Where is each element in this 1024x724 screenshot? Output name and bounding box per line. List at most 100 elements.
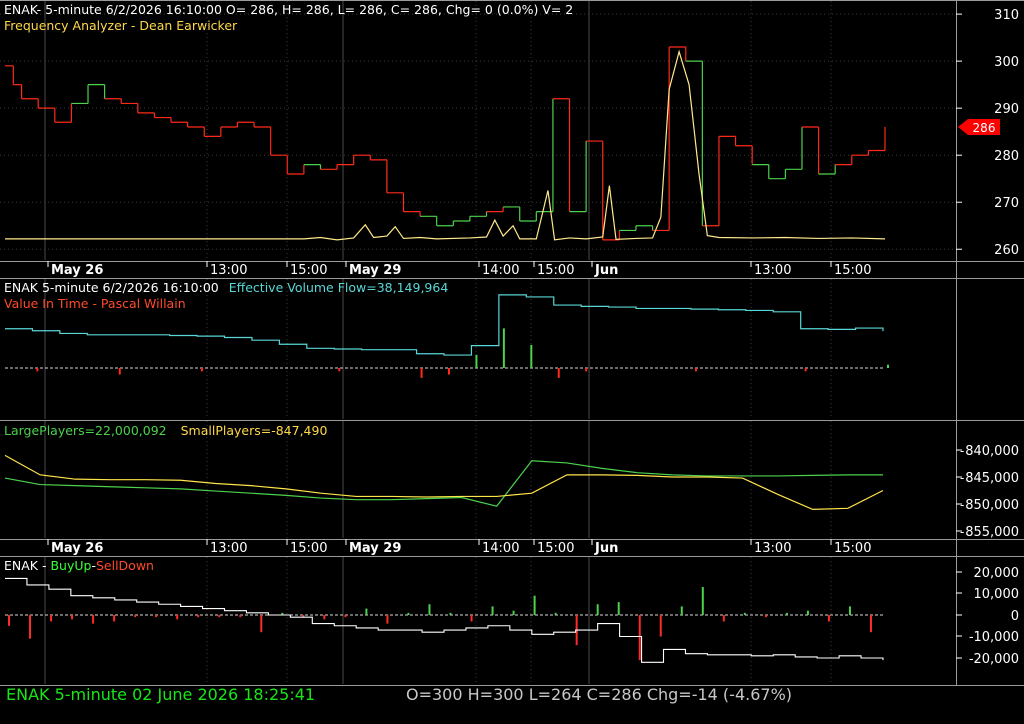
selldown-bar [71, 615, 74, 620]
selldown-bar [638, 615, 641, 661]
price-y-tick-label: 310 [994, 8, 1019, 23]
frequency-analyzer-title: Frequency Analyzer - Dean Earwicker [4, 18, 238, 33]
effective-volume-flow-value: Effective Volume Flow=38,149,964 [228, 280, 449, 295]
flow-histogram-bar [694, 368, 697, 372]
selldown-bar [92, 615, 95, 624]
time-axis-label: 15:00 [537, 263, 574, 278]
selldown-bar [260, 615, 263, 633]
buyup-bar [428, 604, 431, 615]
selldown-bar [659, 615, 662, 637]
last-price-label: 286 [973, 121, 996, 135]
price-panel-header: ENAK- 5-minute 6/2/2026 16:10:00 O= 286,… [4, 2, 574, 17]
price-y-tick-label: 300 [994, 55, 1019, 70]
buyup-panel-header: ENAK - BuyUp-SellDown [4, 558, 154, 573]
selldown-bar [8, 615, 10, 626]
selldown-label: SellDown [95, 558, 154, 573]
buyup-bar [701, 587, 704, 615]
status-ohlc: O=300 H=300 L=264 C=286 Chg=-14 (-4.67%) [406, 685, 793, 704]
price-y-tick-label: 280 [994, 149, 1019, 164]
time-axis-label: 13:00 [210, 263, 247, 278]
buyup-bar [365, 608, 368, 615]
buyup-bar [512, 610, 515, 615]
selldown-bar [722, 615, 725, 622]
players-tick-dash: - [960, 498, 964, 512]
flow-histogram-bar [420, 368, 423, 378]
buyup-bar [491, 606, 494, 615]
flow-histogram-bar [557, 368, 560, 378]
buyup-y-tick-label: -20,000 [969, 652, 1019, 667]
time-axis-label: 13:00 [210, 541, 247, 556]
selldown-bar [764, 615, 767, 618]
buyup-bar [785, 612, 788, 615]
buyup-y-tick-label: 0 [1011, 609, 1019, 624]
buyup-label: BuyUp [50, 558, 92, 573]
time-axis-label: May 29 [349, 263, 401, 278]
chart-canvas[interactable]: May 26 13:00 15:00 May 29 14:00 15:00 Jun 13:00… [0, 0, 1024, 720]
buyup-bar [848, 606, 851, 615]
players-tick-dash: - [960, 444, 964, 458]
time-axis-label: 13:00 [754, 541, 791, 556]
buyup-bar [617, 602, 620, 615]
time-axis-label: 15:00 [537, 541, 574, 556]
players-y-tick-label: 855,000 [965, 525, 1019, 540]
buyup-bar [680, 606, 683, 615]
flow-histogram-bar [36, 368, 39, 372]
small-players-value: SmallPlayers=-847,490 [180, 423, 328, 438]
price-y-tick-label: 270 [994, 196, 1019, 211]
selldown-bar [134, 615, 137, 618]
selldown-bar [323, 615, 326, 620]
time-axis-label: 14:00 [482, 263, 519, 278]
price-y-tick-label: 260 [994, 243, 1019, 258]
large-players-value: LargePlayers=22,000,092 [4, 423, 167, 438]
selldown-bar [29, 615, 32, 639]
selldown-bar [239, 615, 242, 618]
flow-histogram-bar [338, 368, 341, 372]
buyup-bar [554, 612, 557, 615]
buyup-bar [407, 612, 410, 615]
flow-histogram-bar [201, 368, 204, 372]
flow-histogram-bar [887, 364, 889, 368]
status-bar: ENAK 5-minute 02 June 2026 18:25:41 O=30… [6, 685, 792, 704]
time-axis-label: May 26 [51, 263, 103, 278]
price-y-tick-label: 290 [994, 102, 1019, 117]
buyup-bar [533, 595, 536, 615]
time-axis-label: 15:00 [290, 541, 327, 556]
selldown-bar [155, 615, 158, 618]
buyup-y-tick-label: -10,000 [969, 630, 1019, 645]
selldown-bar [218, 615, 221, 618]
flow-histogram-bar [585, 368, 588, 372]
flow-histogram-bar [530, 344, 533, 368]
selldown-bar [470, 615, 473, 622]
players-tick-dash: - [960, 471, 964, 485]
players-panel-header: LargePlayers=22,000,092 SmallPlayers=-84… [4, 423, 327, 438]
time-axis-label: 15:00 [834, 263, 871, 278]
buyup-bar [596, 604, 599, 615]
flow-header-prefix: ENAK 5-minute 6/2/2026 16:10:00 [4, 280, 219, 295]
selldown-bar [870, 615, 872, 633]
buyup-y-tick-label: 10,000 [974, 587, 1020, 602]
buyup-bar [449, 612, 452, 615]
time-axis-label: 13:00 [754, 263, 791, 278]
selldown-bar [386, 615, 389, 624]
flow-histogram-bar [502, 328, 505, 368]
flow-histogram-bar [118, 368, 121, 375]
time-axis-label: Jun [594, 263, 618, 278]
selldown-bar [113, 615, 116, 622]
large-players-line [4, 460, 883, 507]
buyup-bar [743, 612, 746, 615]
flow-panel-header: ENAK 5-minute 6/2/2026 16:10:00 Effectiv… [4, 280, 448, 295]
selldown-bar [197, 615, 200, 618]
players-y-tick-label: 845,000 [965, 471, 1019, 486]
flow-histogram-bar [448, 368, 450, 375]
chart-window: May 26 13:00 15:00 May 29 14:00 15:00 Jun 13:00… [0, 0, 1024, 720]
players-tick-dash: - [960, 525, 964, 539]
selldown-bar [176, 615, 179, 620]
selldown-bar [344, 615, 347, 618]
selldown-bar [50, 615, 53, 622]
time-axis-label: 14:00 [482, 541, 519, 556]
flow-histogram-bar [475, 354, 478, 368]
flow-histogram-bar [804, 368, 807, 372]
time-axis-label: 15:00 [290, 263, 327, 278]
time-axis-label: 15:00 [834, 541, 871, 556]
time-axis-label: May 29 [349, 541, 401, 556]
